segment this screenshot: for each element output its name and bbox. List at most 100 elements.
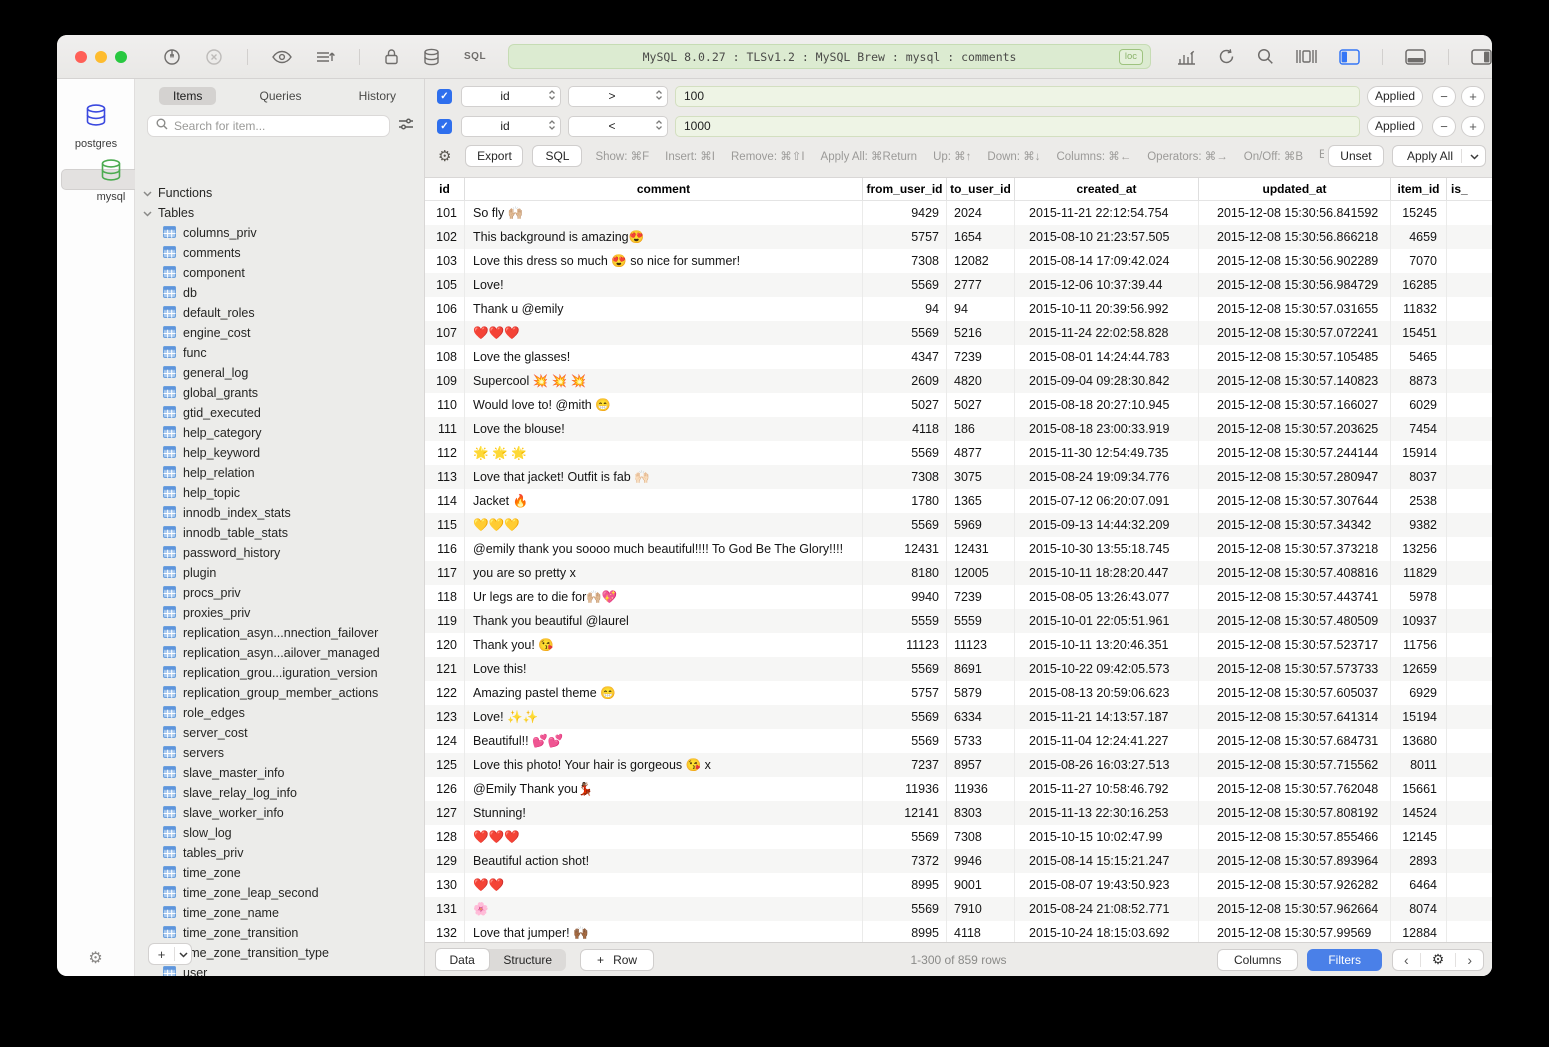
cell-is[interactable] <box>1447 369 1492 393</box>
sidebar-table-item[interactable]: global_grants <box>135 383 424 403</box>
cell-comment[interactable]: Love! ✨✨ <box>465 705 863 729</box>
cell-comment[interactable]: Supercool 💥 💥 💥 <box>465 369 863 393</box>
cell-to-user-id[interactable]: 4877 <box>947 441 1015 465</box>
cell-created-at[interactable]: 2015-08-24 19:09:34.776 <box>1015 465 1199 489</box>
table-row[interactable]: 131 🌸 5569 7910 2015-08-24 21:08:52.771 … <box>425 897 1492 921</box>
table-row[interactable]: 118 Ur legs are to die for🙌🏼💖 9940 7239 … <box>425 585 1492 609</box>
cell-to-user-id[interactable]: 11936 <box>947 777 1015 801</box>
cell-comment[interactable]: Beautiful!! 💕💕 <box>465 729 863 753</box>
cell-from-user-id[interactable]: 7308 <box>863 249 947 273</box>
table-row[interactable]: 132 Love that jumper! 🙌🏾 8995 4118 2015-… <box>425 921 1492 942</box>
cell-is[interactable] <box>1447 777 1492 801</box>
cell-to-user-id[interactable]: 2024 <box>947 201 1015 225</box>
cell-id[interactable]: 124 <box>425 729 465 753</box>
filter-sliders-icon[interactable] <box>398 117 414 136</box>
cell-updated-at[interactable]: 2015-12-08 15:30:57.408816 <box>1199 561 1391 585</box>
table-row[interactable]: 107 ❤️❤️❤️ 5569 5216 2015-11-24 22:02:58… <box>425 321 1492 345</box>
column-header-updated-at[interactable]: updated_at <box>1199 178 1391 200</box>
cell-updated-at[interactable]: 2015-12-08 15:30:57.140823 <box>1199 369 1391 393</box>
cell-to-user-id[interactable]: 5027 <box>947 393 1015 417</box>
cell-is[interactable] <box>1447 297 1492 321</box>
sidebar-table-item[interactable]: help_keyword <box>135 443 424 463</box>
cell-is[interactable] <box>1447 441 1492 465</box>
filter-operator-select[interactable]: > <box>568 86 668 107</box>
cell-from-user-id[interactable]: 5569 <box>863 897 947 921</box>
cell-comment[interactable]: 🌸 <box>465 897 863 921</box>
sidebar-table-item[interactable]: help_relation <box>135 463 424 483</box>
cell-from-user-id[interactable]: 12431 <box>863 537 947 561</box>
cell-comment[interactable]: 🌟 🌟 🌟 <box>465 441 863 465</box>
table-row[interactable]: 113 Love that jacket! Outfit is fab 🙌🏻 7… <box>425 465 1492 489</box>
tree-group-tables[interactable]: Tables <box>135 203 424 223</box>
structure-tab[interactable]: Structure <box>489 949 566 971</box>
cell-created-at[interactable]: 2015-11-21 14:13:57.187 <box>1015 705 1199 729</box>
cell-id[interactable]: 115 <box>425 513 465 537</box>
cell-is[interactable] <box>1447 513 1492 537</box>
cell-comment[interactable]: @emily thank you soooo much beautiful!!!… <box>465 537 863 561</box>
column-header-created-at[interactable]: created_at <box>1015 178 1199 200</box>
cell-item-id[interactable]: 2538 <box>1391 489 1447 513</box>
cell-to-user-id[interactable]: 7910 <box>947 897 1015 921</box>
cell-comment[interactable]: Amazing pastel theme 😁 <box>465 681 863 705</box>
cell-is[interactable] <box>1447 321 1492 345</box>
cell-created-at[interactable]: 2015-08-13 20:59:06.623 <box>1015 681 1199 705</box>
cell-updated-at[interactable]: 2015-12-08 15:30:56.984729 <box>1199 273 1391 297</box>
cell-created-at[interactable]: 2015-10-11 18:28:20.447 <box>1015 561 1199 585</box>
cell-id[interactable]: 107 <box>425 321 465 345</box>
cell-to-user-id[interactable]: 8303 <box>947 801 1015 825</box>
cell-is[interactable] <box>1447 585 1492 609</box>
table-row[interactable]: 116 @emily thank you soooo much beautifu… <box>425 537 1492 561</box>
cell-from-user-id[interactable]: 1780 <box>863 489 947 513</box>
cell-is[interactable] <box>1447 273 1492 297</box>
table-row[interactable]: 110 Would love to! @mith 😁 5027 5027 201… <box>425 393 1492 417</box>
table-row[interactable]: 122 Amazing pastel theme 😁 5757 5879 201… <box>425 681 1492 705</box>
cell-to-user-id[interactable]: 5559 <box>947 609 1015 633</box>
cell-to-user-id[interactable]: 4820 <box>947 369 1015 393</box>
cell-is[interactable] <box>1447 225 1492 249</box>
cell-comment[interactable]: Love that jacket! Outfit is fab 🙌🏻 <box>465 465 863 489</box>
cell-comment[interactable]: Stunning! <box>465 801 863 825</box>
table-row[interactable]: 105 Love! 5569 2777 2015-12-06 10:37:39.… <box>425 273 1492 297</box>
cell-to-user-id[interactable]: 8691 <box>947 657 1015 681</box>
filters-button[interactable]: Filters <box>1307 949 1382 971</box>
sidebar-table-item[interactable]: replication_asyn...nnection_failover <box>135 623 424 643</box>
cell-created-at[interactable]: 2015-12-06 10:37:39.44 <box>1015 273 1199 297</box>
cell-from-user-id[interactable]: 8995 <box>863 921 947 942</box>
cell-id[interactable]: 113 <box>425 465 465 489</box>
cell-to-user-id[interactable]: 4118 <box>947 921 1015 942</box>
cell-comment[interactable]: ❤️❤️❤️ <box>465 825 863 849</box>
cell-updated-at[interactable]: 2015-12-08 15:30:57.855466 <box>1199 825 1391 849</box>
cell-to-user-id[interactable]: 5969 <box>947 513 1015 537</box>
cell-id[interactable]: 118 <box>425 585 465 609</box>
cell-from-user-id[interactable]: 5569 <box>863 657 947 681</box>
cell-comment[interactable]: Jacket 🔥 <box>465 489 863 513</box>
cell-id[interactable]: 101 <box>425 201 465 225</box>
connect-icon[interactable] <box>163 48 181 66</box>
cell-item-id[interactable]: 5978 <box>1391 585 1447 609</box>
cell-created-at[interactable]: 2015-08-10 21:23:57.505 <box>1015 225 1199 249</box>
cell-item-id[interactable]: 2893 <box>1391 849 1447 873</box>
cell-id[interactable]: 109 <box>425 369 465 393</box>
cell-id[interactable]: 121 <box>425 657 465 681</box>
zoom-window-button[interactable] <box>115 51 127 63</box>
cell-created-at[interactable]: 2015-11-13 22:30:16.253 <box>1015 801 1199 825</box>
sidebar-table-item[interactable]: innodb_table_stats <box>135 523 424 543</box>
toggle-right-panel-icon[interactable] <box>1471 49 1492 65</box>
cell-from-user-id[interactable]: 94 <box>863 297 947 321</box>
cell-id[interactable]: 117 <box>425 561 465 585</box>
sql-editor-icon[interactable]: SQL <box>464 51 486 62</box>
cell-to-user-id[interactable]: 1365 <box>947 489 1015 513</box>
cell-created-at[interactable]: 2015-08-18 20:27:10.945 <box>1015 393 1199 417</box>
cell-is[interactable] <box>1447 729 1492 753</box>
search-icon[interactable] <box>1257 48 1274 65</box>
cell-id[interactable]: 102 <box>425 225 465 249</box>
cell-from-user-id[interactable]: 8995 <box>863 873 947 897</box>
cell-updated-at[interactable]: 2015-12-08 15:30:57.684731 <box>1199 729 1391 753</box>
cell-created-at[interactable]: 2015-09-13 14:44:32.209 <box>1015 513 1199 537</box>
cell-created-at[interactable]: 2015-10-11 20:39:56.992 <box>1015 297 1199 321</box>
cell-item-id[interactable]: 12145 <box>1391 825 1447 849</box>
cell-created-at[interactable]: 2015-10-01 22:05:51.961 <box>1015 609 1199 633</box>
cell-to-user-id[interactable]: 5733 <box>947 729 1015 753</box>
cell-created-at[interactable]: 2015-10-15 10:02:47.99 <box>1015 825 1199 849</box>
cell-from-user-id[interactable]: 11936 <box>863 777 947 801</box>
